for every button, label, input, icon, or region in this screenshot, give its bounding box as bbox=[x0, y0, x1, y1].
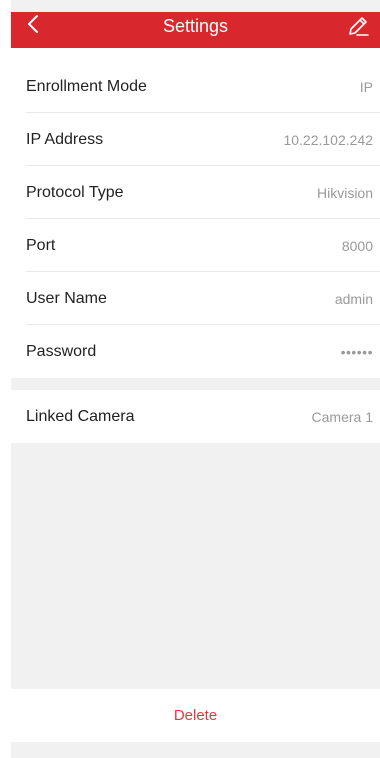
row-label: User Name bbox=[26, 289, 107, 307]
port-row: Port 8000 bbox=[11, 219, 380, 272]
row-label: Port bbox=[26, 236, 56, 254]
row-value: Camera 1 bbox=[311, 408, 373, 425]
row-value: admin bbox=[334, 290, 373, 307]
pencil-icon bbox=[349, 17, 369, 36]
user-name-row: User Name admin bbox=[11, 272, 380, 325]
row-value: Hikvision bbox=[316, 184, 373, 201]
enrollment-mode-row: Enrollment Mode IP bbox=[11, 60, 380, 113]
row-label: Enrollment Mode bbox=[26, 77, 147, 95]
delete-button[interactable]: Delete bbox=[174, 707, 217, 724]
row-value: 10.22.102.242 bbox=[283, 131, 373, 148]
linked-camera-row[interactable]: Linked Camera Camera 1 bbox=[11, 390, 380, 443]
row-value: IP bbox=[359, 78, 373, 95]
password-row: Password •••••• bbox=[11, 325, 380, 378]
linked-camera-section: Linked Camera Camera 1 bbox=[11, 390, 380, 443]
ip-address-row: IP Address 10.22.102.242 bbox=[11, 113, 380, 166]
password-mask: •••••• bbox=[340, 343, 373, 360]
row-value: 8000 bbox=[341, 237, 373, 254]
row-label: IP Address bbox=[26, 130, 104, 148]
row-label: Password bbox=[26, 342, 97, 360]
edit-button[interactable] bbox=[346, 14, 370, 38]
row-label: Linked Camera bbox=[26, 407, 135, 425]
bottom-spacer bbox=[11, 742, 380, 758]
empty-area bbox=[11, 443, 380, 689]
delete-bar: Delete bbox=[11, 689, 380, 742]
section-spacer bbox=[11, 0, 380, 12]
settings-screen: Settings Enrollment Mode IP IP Address 1… bbox=[0, 0, 380, 758]
device-info-section: Enrollment Mode IP IP Address 10.22.102.… bbox=[11, 60, 380, 378]
row-label: Protocol Type bbox=[26, 183, 124, 201]
protocol-type-row: Protocol Type Hikvision bbox=[11, 166, 380, 219]
section-spacer bbox=[11, 378, 380, 390]
